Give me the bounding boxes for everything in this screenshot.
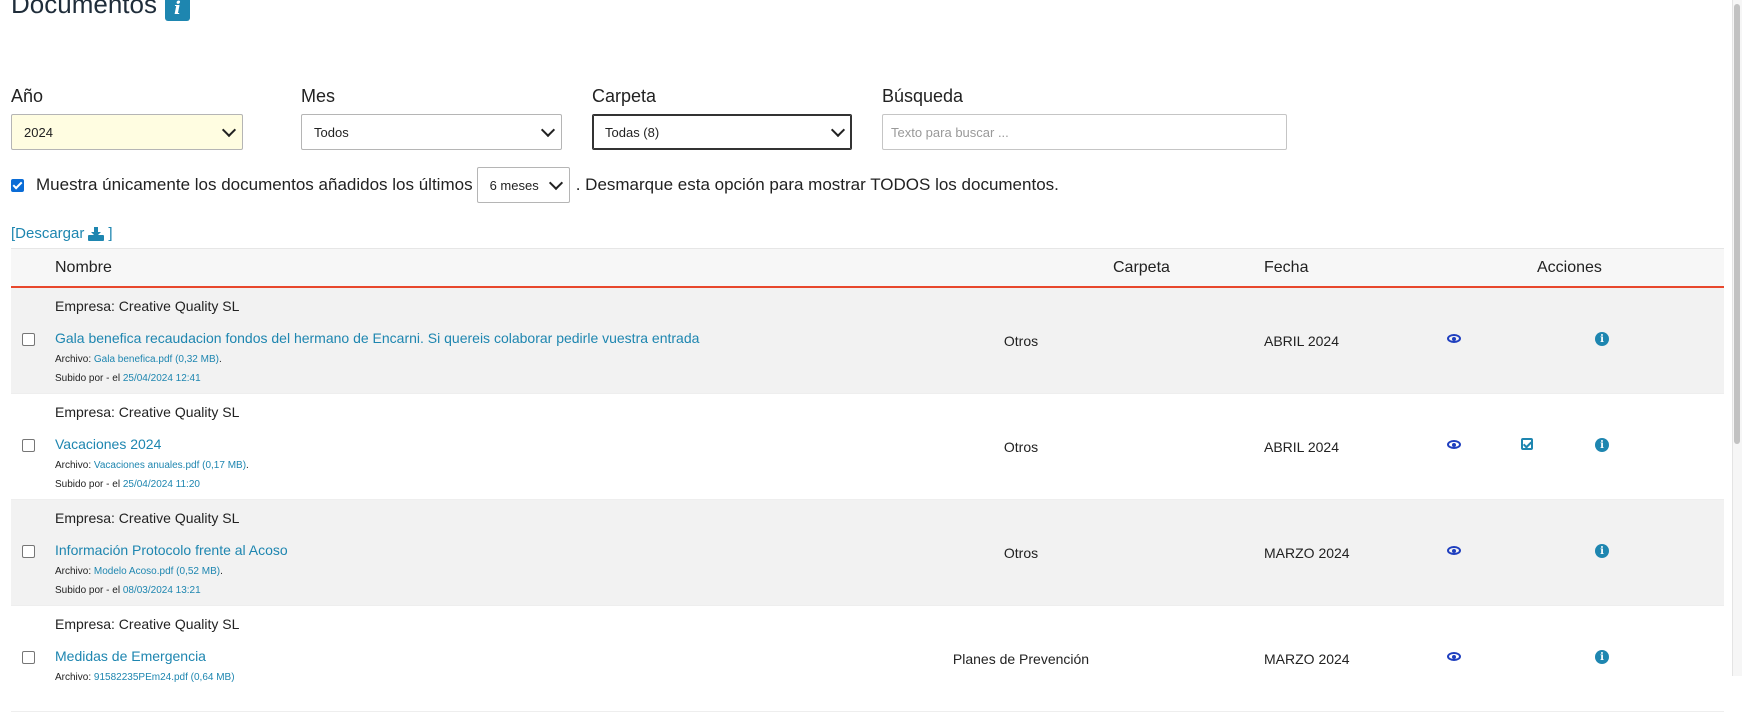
month-select[interactable]: Todos (301, 114, 562, 150)
info-icon[interactable]: i (164, 0, 190, 21)
period-select[interactable]: 6 meses (476, 167, 570, 203)
column-header-folder[interactable]: Carpeta (1113, 259, 1170, 277)
filter-search: Búsqueda Texto para buscar ... (882, 86, 1287, 150)
row-uploaded: Subido por - el 25/04/2024 12:41 (55, 373, 201, 384)
year-value: 2024 (24, 124, 53, 140)
page-header: Documentos i (11, 0, 190, 21)
row-file: Archivo: 91582235PEm24.pdf (0,64 MB) (55, 672, 235, 683)
row-uploaded-prefix: Subido por - el (55, 479, 121, 490)
row-date: ABRIL 2024 (1264, 333, 1339, 349)
vertical-scrollbar[interactable] (1732, 0, 1742, 676)
row-title-link[interactable]: Información Protocolo frente al Acoso (55, 542, 288, 558)
row-company: Empresa: Creative Quality SL (55, 616, 240, 632)
download-label: [Descargar (11, 225, 85, 242)
chevron-down-icon (548, 175, 563, 191)
download-icon (88, 226, 105, 241)
row-file-link[interactable]: Gala benefica.pdf (0,32 MB) (94, 354, 219, 365)
table-row: Empresa: Creative Quality SL Vacaciones … (11, 394, 1724, 500)
month-value: Todos (314, 124, 349, 140)
row-uploaded-date: 08/03/2024 13:21 (122, 585, 201, 596)
eye-icon[interactable] (1447, 545, 1463, 557)
period-value: 6 meses (489, 177, 539, 193)
chevron-down-icon (221, 122, 237, 138)
row-file-prefix: Archivo: (55, 566, 92, 577)
row-company: Empresa: Creative Quality SL (55, 298, 240, 314)
row-file: Archivo: Vacaciones anuales.pdf (0,17 MB… (55, 460, 249, 471)
recent-option-text-after: . Desmarque esta opción para mostrar TOD… (575, 175, 1059, 194)
row-file-link[interactable]: Modelo Acoso.pdf (0,52 MB) (94, 566, 220, 577)
row-file: Archivo: Gala benefica.pdf (0,32 MB). (55, 354, 222, 365)
row-date: ABRIL 2024 (1264, 439, 1339, 455)
chevron-down-icon (830, 122, 846, 138)
filter-month: Mes Todos (301, 86, 562, 150)
eye-icon[interactable] (1447, 651, 1463, 663)
row-uploaded-date: 25/04/2024 12:41 (122, 373, 201, 384)
row-file-link[interactable]: 91582235PEm24.pdf (0,64 MB) (94, 672, 235, 683)
row-file-link[interactable]: Vacaciones anuales.pdf (0,17 MB) (94, 460, 246, 471)
row-checkbox[interactable] (22, 333, 35, 346)
row-company: Empresa: Creative Quality SL (55, 510, 240, 526)
table-row: Empresa: Creative Quality SL Gala benefi… (11, 288, 1724, 394)
column-header-name[interactable]: Nombre (55, 259, 112, 277)
recent-option-row: Muestra únicamente los documentos añadid… (11, 167, 1059, 203)
table-row: Empresa: Creative Quality SL Medidas de … (11, 606, 1724, 712)
month-label: Mes (301, 86, 336, 106)
download-link[interactable]: [Descargar ] (11, 225, 113, 242)
row-date: MARZO 2024 (1264, 651, 1350, 667)
row-company: Empresa: Creative Quality SL (55, 404, 240, 420)
column-header-actions: Acciones (1537, 259, 1602, 276)
table-row: Empresa: Creative Quality SL Información… (11, 500, 1724, 606)
column-header-date[interactable]: Fecha (1264, 259, 1308, 277)
edit-check-icon[interactable] (1521, 438, 1533, 450)
row-uploaded-prefix: Subido por - el (55, 373, 121, 384)
search-placeholder: Texto para buscar ... (891, 124, 1009, 140)
row-title-link[interactable]: Vacaciones 2024 (55, 436, 161, 452)
table-header: Nombre Carpeta Fecha Acciones (11, 248, 1724, 288)
row-checkbox[interactable] (22, 651, 35, 664)
row-file-prefix: Archivo: (55, 354, 92, 365)
row-checkbox[interactable] (22, 545, 35, 558)
info-circle-icon[interactable]: i (1595, 438, 1609, 452)
row-folder: Otros (1003, 545, 1039, 561)
row-folder: Otros (1003, 439, 1039, 455)
recent-option-text-before: Muestra únicamente los documentos añadid… (36, 175, 473, 194)
row-uploaded: Subido por - el 25/04/2024 11:20 (55, 479, 200, 490)
info-circle-icon[interactable]: i (1595, 332, 1609, 346)
year-select[interactable]: 2024 (11, 114, 243, 150)
row-title-link[interactable]: Medidas de Emergencia (55, 648, 206, 664)
search-label: Búsqueda (882, 86, 964, 106)
folder-select[interactable]: Todas (8) (592, 114, 852, 150)
row-uploaded: Subido por - el 08/03/2024 13:21 (55, 585, 201, 596)
folder-value: Todas (8) (605, 124, 660, 140)
row-uploaded-date: 25/04/2024 11:20 (122, 479, 200, 490)
search-input[interactable]: Texto para buscar ... (882, 114, 1287, 150)
scrollbar-thumb[interactable] (1734, 4, 1740, 444)
eye-icon[interactable] (1447, 439, 1463, 451)
folder-label: Carpeta (592, 86, 657, 106)
chevron-down-icon (540, 122, 556, 138)
filter-year: Año 2024 (11, 86, 243, 150)
row-folder: Otros (1003, 333, 1039, 349)
row-file-prefix: Archivo: (55, 672, 92, 683)
recent-only-checkbox[interactable] (11, 178, 24, 192)
year-label: Año (11, 86, 44, 106)
row-folder: Planes de Prevención (952, 651, 1090, 667)
filter-folder: Carpeta Todas (8) (592, 86, 852, 150)
row-checkbox[interactable] (22, 439, 35, 452)
info-circle-icon[interactable]: i (1595, 544, 1609, 558)
row-title-link[interactable]: Gala benefica recaudacion fondos del her… (55, 330, 699, 346)
row-file: Archivo: Modelo Acoso.pdf (0,52 MB). (55, 566, 223, 577)
page-title: Documentos (11, 0, 157, 19)
row-file-prefix: Archivo: (55, 460, 92, 471)
download-label-close: ] (108, 225, 113, 242)
row-date: MARZO 2024 (1264, 545, 1350, 561)
documents-table: Nombre Carpeta Fecha Acciones Empresa: C… (11, 248, 1724, 712)
info-circle-icon[interactable]: i (1595, 650, 1609, 664)
row-uploaded-prefix: Subido por - el (55, 585, 121, 596)
eye-icon[interactable] (1447, 333, 1463, 345)
